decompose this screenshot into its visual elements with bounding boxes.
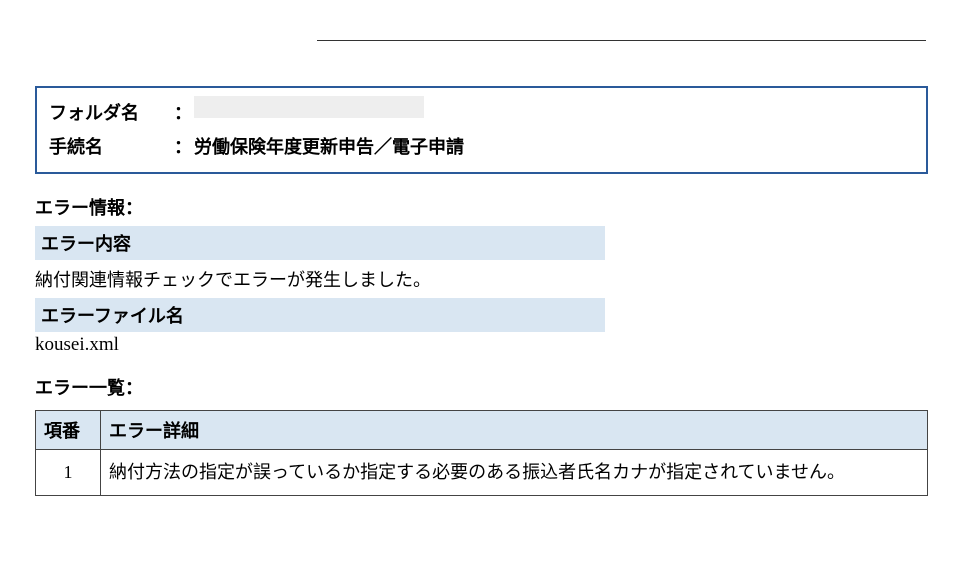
colon: ： — [174, 96, 194, 130]
procedure-row: 手続名 ： 労働保険年度更新申告／電子申請 — [49, 130, 914, 164]
error-row-detail: 納付方法の指定が誤っているか指定する必要のある振込者氏名カナが指定されていません… — [101, 450, 928, 496]
error-table: 項番 エラー詳細 1 納付方法の指定が誤っているか指定する必要のある振込者氏名カ… — [35, 410, 928, 496]
error-list-label: エラー一覧： — [35, 374, 928, 400]
error-row-num: 1 — [36, 450, 101, 496]
error-content-text: 納付関連情報チェックでエラーが発生しました。 — [35, 266, 928, 292]
error-file-heading: エラーファイル名 — [35, 298, 605, 332]
error-table-col-num: 項番 — [36, 411, 101, 450]
colon: ： — [174, 130, 194, 164]
error-table-col-detail: エラー詳細 — [101, 411, 928, 450]
top-rule — [317, 40, 926, 41]
folder-label: フォルダ名 — [49, 96, 174, 130]
page: フォルダ名 ： 手続名 ： 労働保険年度更新申告／電子申請 エラー情報： エラー… — [0, 0, 963, 516]
info-box: フォルダ名 ： 手続名 ： 労働保険年度更新申告／電子申請 — [35, 86, 928, 174]
table-row: 1 納付方法の指定が誤っているか指定する必要のある振込者氏名カナが指定されていま… — [36, 450, 928, 496]
procedure-value: 労働保険年度更新申告／電子申請 — [194, 130, 464, 164]
procedure-label: 手続名 — [49, 130, 174, 164]
error-content-heading: エラー内容 — [35, 226, 605, 260]
error-table-header-row: 項番 エラー詳細 — [36, 411, 928, 450]
error-info-label: エラー情報： — [35, 194, 928, 220]
folder-row: フォルダ名 ： — [49, 96, 914, 130]
folder-value-redacted — [194, 96, 424, 118]
error-file-text: kousei.xml — [35, 334, 928, 356]
